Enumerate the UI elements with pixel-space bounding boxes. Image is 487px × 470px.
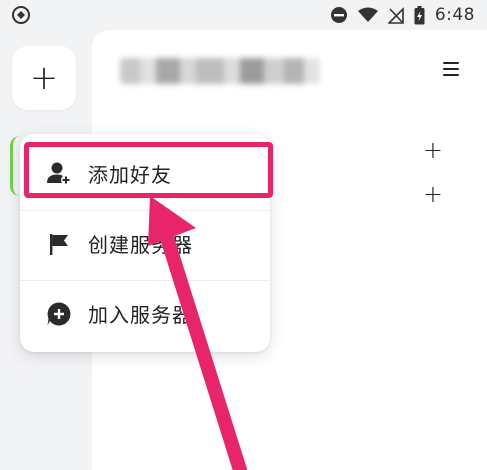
username-blurred	[120, 58, 320, 84]
status-time: 6:48	[434, 5, 475, 25]
app-logo-icon	[12, 6, 30, 24]
add-channel-button[interactable]: +	[423, 138, 443, 162]
dnd-icon	[330, 7, 347, 23]
highlight-box	[24, 142, 273, 198]
status-bar: 6:48	[0, 0, 487, 30]
status-left	[12, 6, 30, 24]
menu-item-label: 创建服务器	[88, 233, 193, 257]
battery-charging-icon	[414, 5, 425, 24]
wifi-icon	[357, 7, 378, 22]
add-server-button[interactable]: +	[12, 46, 76, 110]
no-signal-icon	[387, 7, 404, 24]
flag-icon	[44, 229, 74, 259]
plus-circle-icon	[44, 299, 74, 329]
menu-item-join-server[interactable]: 加入服务器	[20, 280, 270, 346]
status-right: 6:48	[330, 5, 475, 25]
menu-icon[interactable]	[443, 62, 459, 76]
plus-icon: +	[29, 58, 59, 98]
add-channel-button[interactable]: +	[423, 182, 443, 206]
menu-item-create-server[interactable]: 创建服务器	[20, 210, 270, 276]
menu-item-label: 加入服务器	[88, 303, 193, 327]
